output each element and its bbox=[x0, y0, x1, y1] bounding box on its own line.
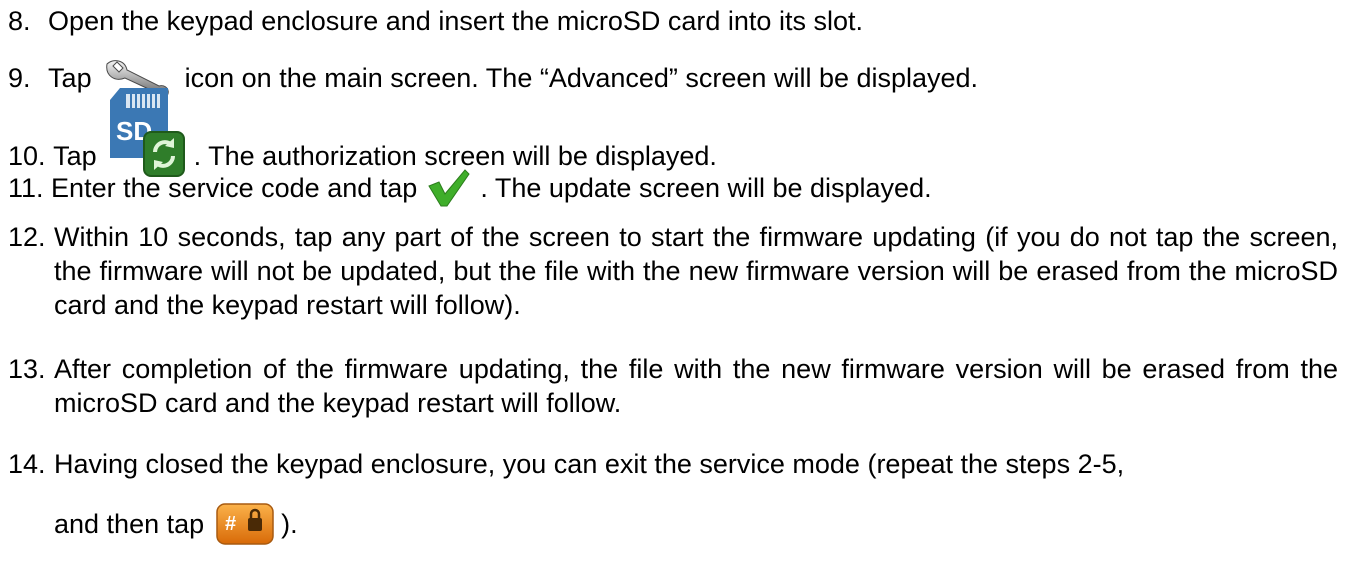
svg-text:#: # bbox=[225, 513, 236, 535]
hash-lock-icon: # bbox=[215, 503, 274, 545]
step-8: 8. Open the keypad enclosure and insert … bbox=[8, 4, 863, 38]
step-number: 8. bbox=[8, 6, 31, 36]
step-number: 12. bbox=[8, 222, 46, 252]
step-13: 13. After completion of the firmware upd… bbox=[8, 352, 1338, 420]
step-text: Having closed the keypad enclosure, you … bbox=[54, 449, 1125, 479]
step-text: After completion of the firmware updatin… bbox=[54, 354, 1338, 418]
step-12: 12. Within 10 seconds, tap any part of t… bbox=[8, 220, 1338, 322]
step-number: 14. bbox=[8, 449, 46, 479]
step-text-pre: and then tap bbox=[54, 509, 205, 539]
step-text-pre: Tap bbox=[53, 141, 97, 171]
step-text: Open the keypad enclosure and insert the… bbox=[48, 6, 863, 36]
step-number: 13. bbox=[8, 354, 46, 384]
step-text-post: . The update screen will be displayed. bbox=[480, 173, 932, 203]
step-11: 11. Enter the service code and tap . The… bbox=[8, 168, 932, 208]
step-14: 14. Having closed the keypad enclosure, … bbox=[8, 447, 1338, 481]
step-number: 11. bbox=[8, 173, 44, 203]
checkmark-icon bbox=[427, 168, 471, 208]
instruction-page: 8. Open the keypad enclosure and insert … bbox=[0, 0, 1349, 576]
step-14-continuation: and then tap # ). bbox=[54, 503, 298, 545]
step-text-post: icon on the main screen. The “Advanced” … bbox=[184, 63, 979, 93]
step-text-pre: Tap bbox=[48, 63, 92, 93]
step-text-pre: Enter the service code and tap bbox=[51, 173, 418, 203]
step-text-post: ). bbox=[281, 509, 298, 539]
step-text-post: . The authorization screen will be displ… bbox=[193, 141, 717, 171]
step-number: 9. bbox=[8, 63, 31, 93]
step-text: Within 10 seconds, tap any part of the s… bbox=[54, 222, 1338, 320]
